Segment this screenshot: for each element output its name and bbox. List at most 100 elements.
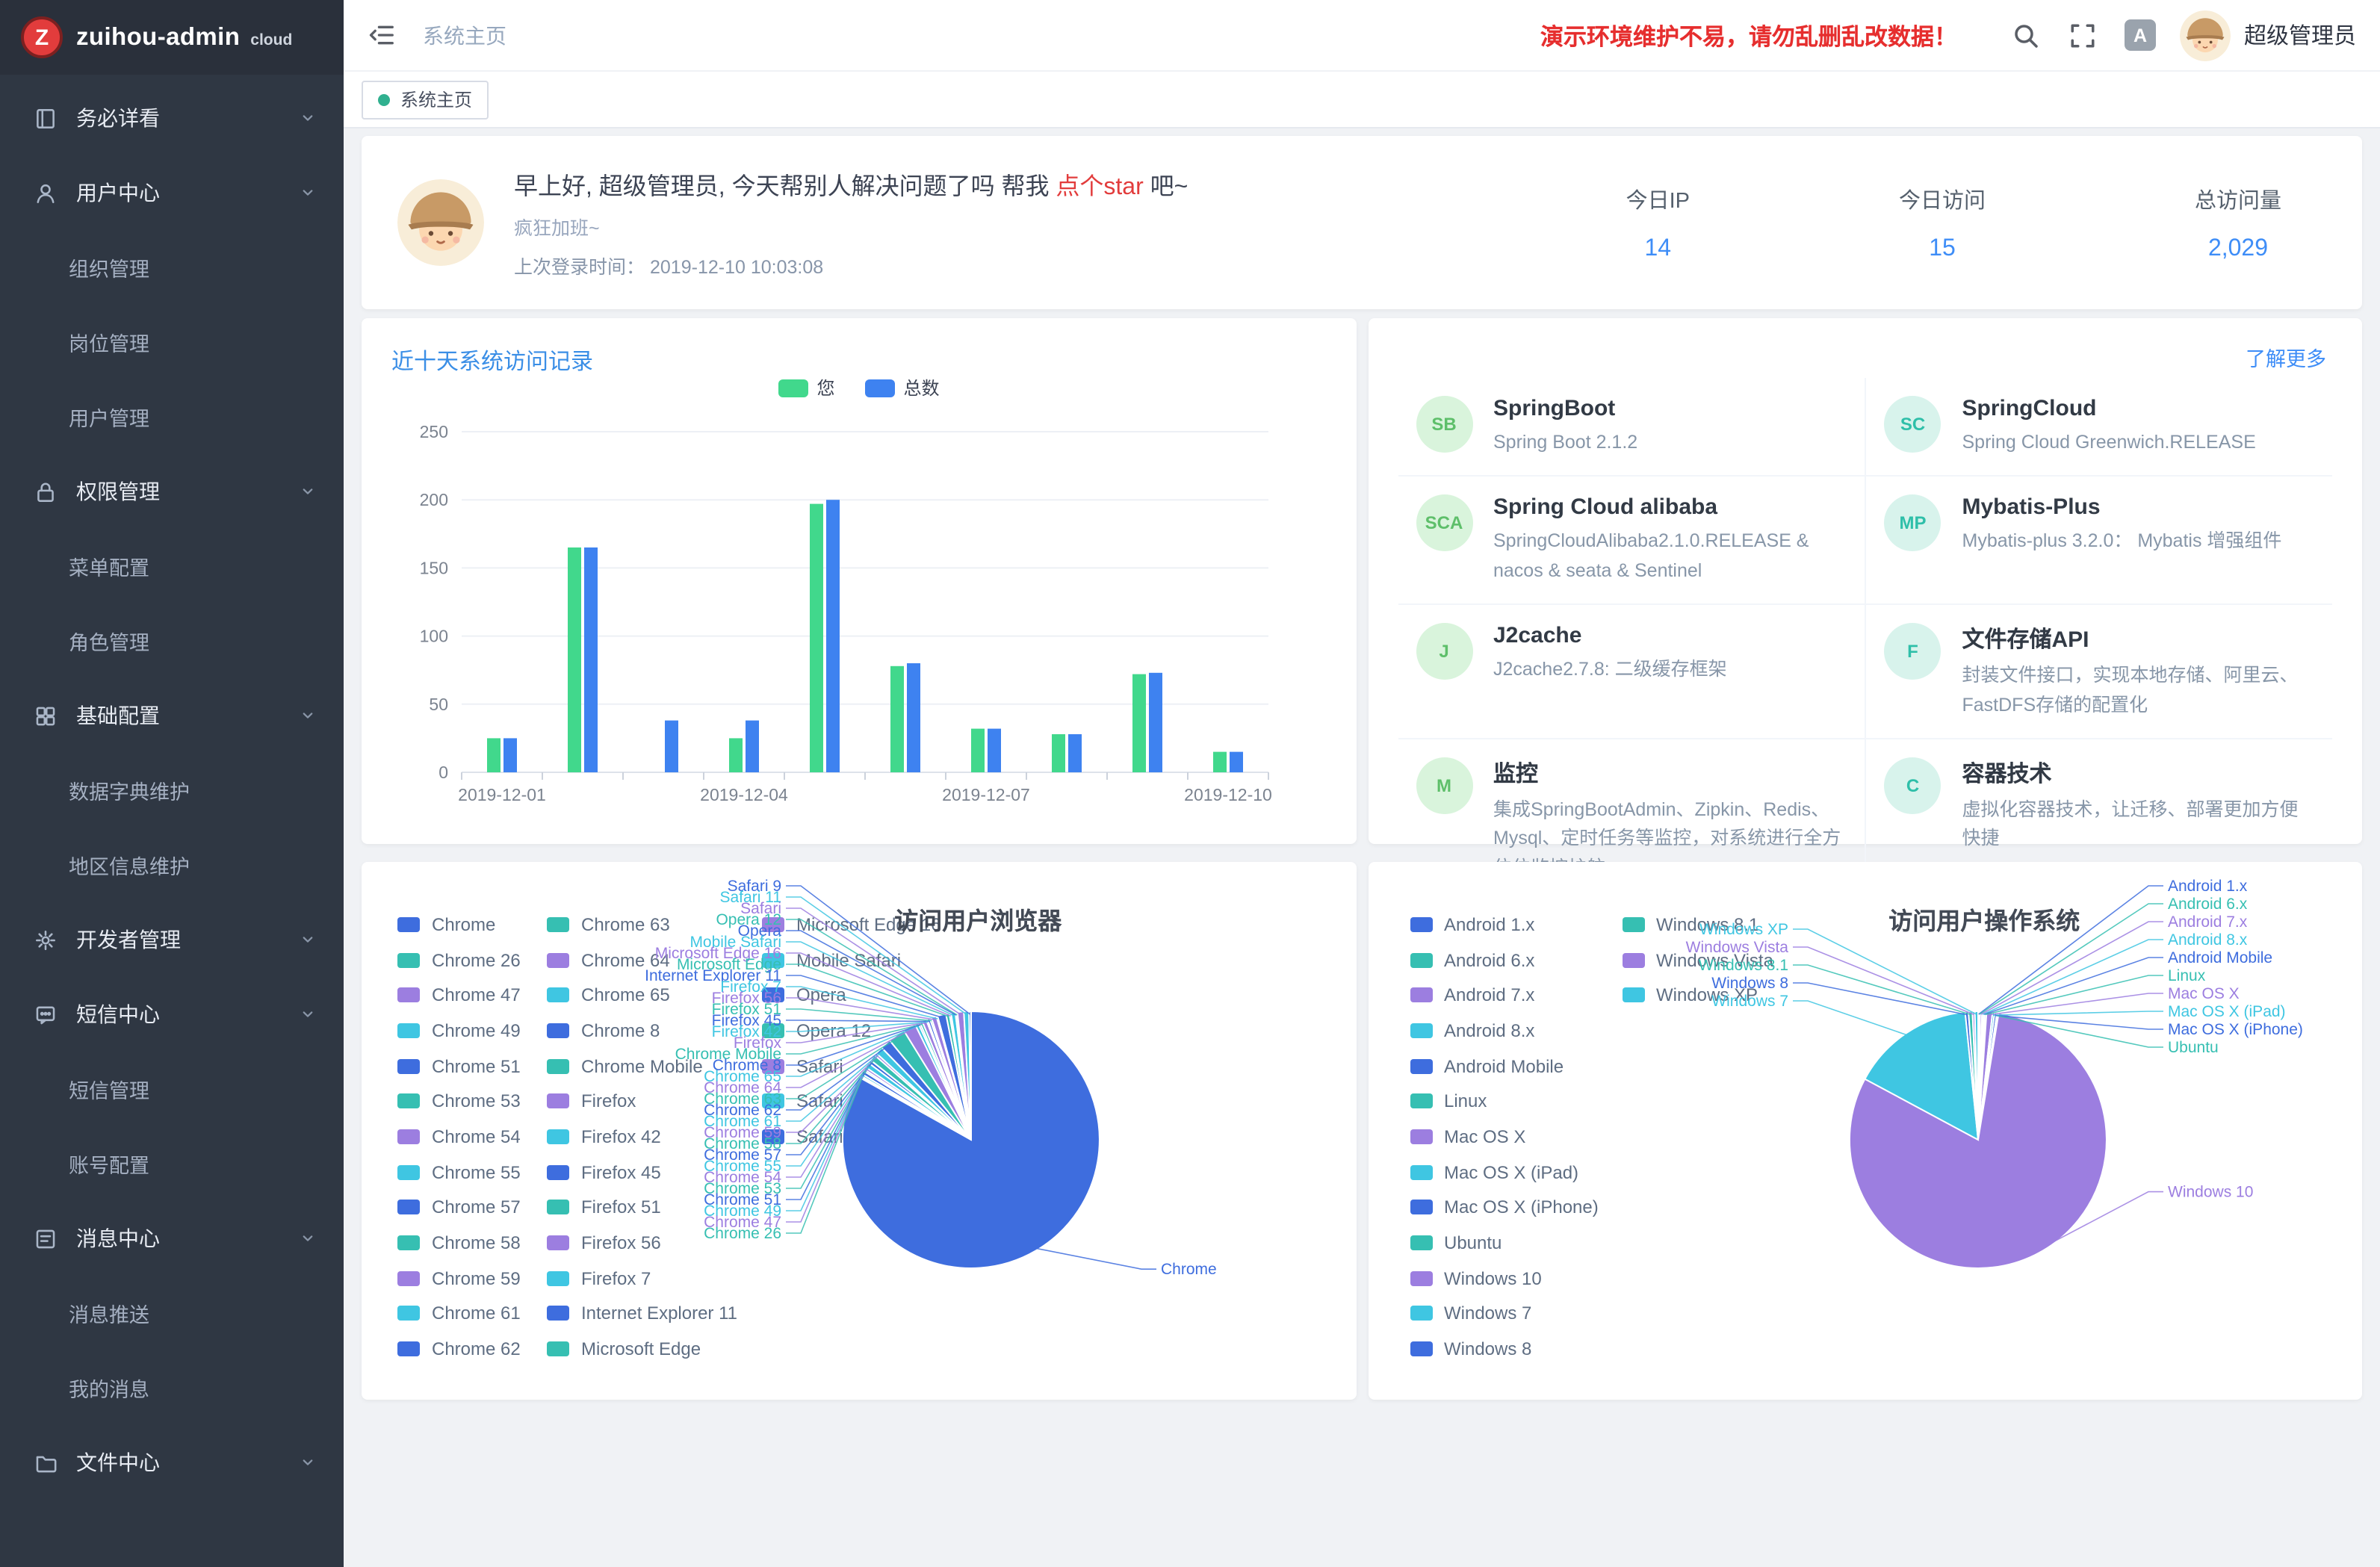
legend-item[interactable]: Windows Vista [1622,942,1773,977]
sidebar-item[interactable]: 务必详看 [0,81,344,155]
star-link[interactable]: 点个star [1056,175,1143,200]
legend-item[interactable]: Chrome 63 [547,907,737,942]
legend-item[interactable]: Android 8.x [1410,1013,1599,1048]
legend-item[interactable]: Chrome 61 [397,1296,521,1331]
sidebar-subitem[interactable]: 账号配置 [0,1126,344,1201]
legend-item[interactable]: Android 1.x [1410,907,1599,942]
menu-group: 短信中心短信管理账号配置 [0,977,344,1201]
legend-label: Firefox [581,1091,636,1112]
legend-item[interactable]: Firefox 56 [547,1225,737,1260]
legend-item[interactable]: Chrome 65 [547,978,737,1013]
feature-title: 文件存储API [1962,623,2309,654]
legend-item[interactable]: Chrome [397,907,521,942]
features-card: 了解更多 SBSpringBootSpring Boot 2.1.2SCSpri… [1368,318,2362,844]
legend-label: Internet Explorer 11 [581,1303,737,1324]
legend-item[interactable]: Chrome 49 [397,1013,521,1048]
legend-item[interactable]: Opera 12 [762,1013,940,1048]
legend-item[interactable]: Mobile Safari [762,942,940,977]
legend-item[interactable]: Chrome 64 [547,942,737,977]
stats: 今日IP14今日访问15总访问量2,029 [1626,183,2326,262]
breadcrumb[interactable]: 系统主页 [423,20,506,50]
legend-item[interactable]: Windows 10 [1410,1261,1599,1296]
legend-item[interactable]: Safari 11 [762,1084,940,1119]
font-size-icon[interactable]: A [2125,19,2156,51]
feature-badge: F [1885,623,1942,680]
svg-text:Android 1.x: Android 1.x [2167,878,2247,895]
legend-item[interactable]: Windows XP [1622,978,1773,1013]
sidebar-item[interactable]: 开发者管理 [0,902,344,977]
legend-item[interactable]: Chrome 57 [397,1190,521,1225]
legend-item[interactable]: Chrome 58 [397,1225,521,1260]
legend-item[interactable]: Safari 9 [762,1119,940,1154]
legend-item[interactable]: Chrome 59 [397,1261,521,1296]
legend-item[interactable]: Safari [762,1049,940,1084]
legend-item[interactable]: Chrome 51 [397,1049,521,1084]
legend-item[interactable]: 总数 [865,375,940,400]
sidebar-subitem[interactable]: 数据字典维护 [0,753,344,828]
legend-item[interactable]: Firefox 42 [547,1119,737,1154]
sidebar-item[interactable]: 短信中心 [0,977,344,1052]
sidebar-item[interactable]: 消息中心 [0,1201,344,1276]
sidebar-item[interactable]: 文件中心 [0,1425,344,1500]
legend-label: Chrome 47 [432,984,521,1005]
legend-item[interactable]: Windows 8 [1410,1332,1599,1367]
legend-label: Chrome 62 [432,1338,521,1359]
legend-item[interactable]: Android Mobile [1410,1049,1599,1084]
sidebar-subitem[interactable]: 组织管理 [0,230,344,305]
legend-item[interactable]: Firefox 45 [547,1155,737,1190]
sidebar-subitem[interactable]: 角色管理 [0,603,344,678]
sidebar-subitem[interactable]: 用户管理 [0,379,344,454]
legend-item[interactable]: Mac OS X (iPhone) [1410,1190,1599,1225]
legend-item[interactable]: Firefox [547,1084,737,1119]
sidebar-subitem[interactable]: 短信管理 [0,1052,344,1126]
legend-item[interactable]: Chrome 54 [397,1119,521,1154]
username[interactable]: 超级管理员 [2244,19,2356,51]
sidebar-subitem[interactable]: 岗位管理 [0,305,344,379]
legend-swatch [397,1306,420,1321]
sidebar-subitem[interactable]: 菜单配置 [0,529,344,603]
legend-item[interactable]: Windows 7 [1410,1296,1599,1331]
sidebar-subitem[interactable]: 地区信息维护 [0,828,344,902]
legend-item[interactable]: Chrome 53 [397,1084,521,1119]
legend-label: Chrome 51 [432,1055,521,1076]
legend-item[interactable]: Android 7.x [1410,978,1599,1013]
legend-item[interactable]: Android 6.x [1410,942,1599,977]
sidebar-item[interactable]: 权限管理 [0,454,344,529]
legend-item[interactable]: Ubuntu [1410,1225,1599,1260]
avatar[interactable] [2180,10,2231,60]
legend-item[interactable]: Internet Explorer 11 [547,1296,737,1331]
search-icon[interactable] [2011,20,2041,50]
menu-collapse-icon[interactable] [368,21,396,49]
legend-item[interactable]: Chrome 26 [397,942,521,977]
legend-swatch [397,1270,420,1285]
sidebar-item[interactable]: 基础配置 [0,678,344,753]
feature-desc: 虚拟化容器技术，让迁移、部署更加方便快捷 [1962,796,2309,854]
legend-item[interactable]: Chrome 47 [397,978,521,1013]
sidebar-subitem[interactable]: 消息推送 [0,1276,344,1350]
legend-item[interactable]: Windows 8.1 [1622,907,1773,942]
legend-item[interactable]: Linux [1410,1084,1599,1119]
legend-item[interactable]: Mac OS X [1410,1119,1599,1154]
fullscreen-icon[interactable] [2068,20,2098,50]
legend-item[interactable]: Opera [762,978,940,1013]
legend-label: Mobile Safari [796,949,901,970]
sidebar-subitem[interactable]: 我的消息 [0,1350,344,1425]
legend-item[interactable]: Mac OS X (iPad) [1410,1155,1599,1190]
legend-item[interactable]: 您 [778,375,834,400]
svg-text:2019-12-04: 2019-12-04 [700,785,788,804]
legend-item[interactable]: Chrome Mobile [547,1049,737,1084]
legend-label: Chrome 57 [432,1197,521,1218]
legend-item[interactable]: Chrome 62 [397,1332,521,1367]
learn-more-link[interactable]: 了解更多 [2246,342,2326,372]
legend-item[interactable]: Microsoft Edge [547,1332,737,1367]
menu-group: 文件中心 [0,1425,344,1500]
stat: 总访问量2,029 [2195,183,2281,262]
tab-home[interactable]: 系统主页 [362,80,489,119]
sidebar-item[interactable]: 用户中心 [0,155,344,230]
legend-item[interactable]: Firefox 7 [547,1261,737,1296]
legend-item[interactable]: Chrome 55 [397,1155,521,1190]
legend-item[interactable]: Firefox 51 [547,1190,737,1225]
legend-label: Chrome 64 [581,949,670,970]
legend-item[interactable]: Chrome 8 [547,1013,737,1048]
visits-chart-card: 近十天系统访问记录 您总数 0501001502002502019-12-012… [362,318,1356,844]
